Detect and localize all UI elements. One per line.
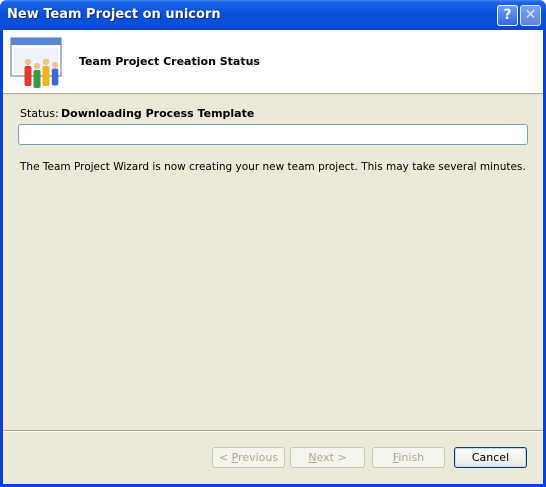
cancel-button[interactable]: Cancel [454, 447, 527, 468]
help-icon: ? [503, 7, 512, 23]
close-button[interactable]: ✕ [520, 5, 541, 26]
title-bar[interactable]: New Team Project on unicorn ? ✕ [0, 0, 546, 30]
dialog-window: New Team Project on unicorn ? ✕ Team Pro… [0, 0, 546, 487]
window-title: New Team Project on unicorn [7, 7, 221, 22]
status-label: Status: [20, 107, 59, 120]
help-button[interactable]: ? [497, 5, 518, 26]
close-icon: ✕ [524, 7, 537, 23]
status-value: Downloading Process Template [61, 107, 255, 120]
next-button[interactable]: Next > [290, 447, 365, 468]
page-title: Team Project Creation Status [79, 55, 260, 68]
progress-bar [18, 124, 528, 145]
previous-button[interactable]: < Previous [212, 447, 285, 468]
wizard-header: Team Project Creation Status [3, 30, 543, 94]
dialog-body: Team Project Creation Status Status: Dow… [3, 30, 543, 484]
status-message: The Team Project Wizard is now creating … [20, 161, 526, 173]
finish-button[interactable]: Finish [372, 447, 445, 468]
team-project-icon [10, 37, 62, 88]
button-separator [3, 430, 543, 432]
